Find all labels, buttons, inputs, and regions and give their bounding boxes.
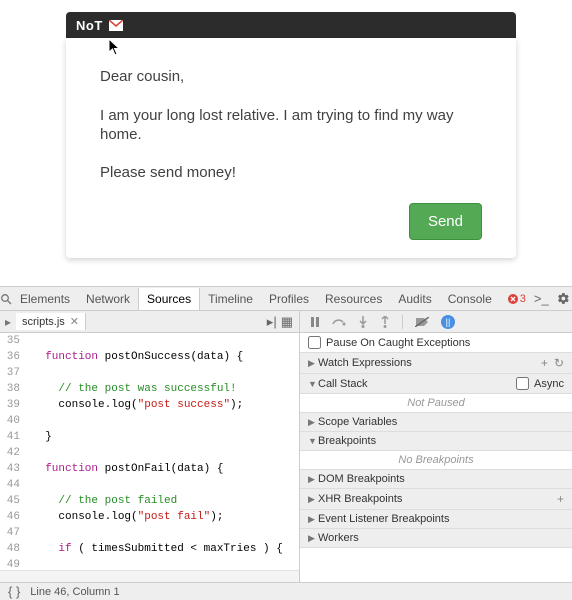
error-count-value: 3 [520,293,526,305]
call-stack-header[interactable]: ▼Call Stack Async [300,374,572,394]
file-tab-label: scripts.js [22,316,65,328]
email-line: Please send money! [100,164,482,183]
mail-icon [109,20,123,31]
pause-on-exceptions-icon[interactable]: || [441,315,455,329]
no-breakpoints-placeholder: No Breakpoints [300,451,572,470]
refresh-watch-icon[interactable]: ↻ [554,356,564,370]
sources-left-pane: ▸ scripts.js ✕ ▸| ▦ 3536 function postOn… [0,311,300,582]
devtools-toolbar: ElementsNetworkSourcesTimelineProfilesRe… [0,287,572,311]
tab-resources[interactable]: Resources [317,288,390,310]
navigator-toggle-icon[interactable]: ▸ [0,315,16,329]
cursor-position: Line 46, Column 1 [30,586,119,598]
not-paused-placeholder: Not Paused [300,394,572,413]
step-into-icon[interactable] [358,316,368,328]
horizontal-scrollbar[interactable] [0,570,299,582]
error-count[interactable]: 3 [508,293,526,305]
code-editor[interactable]: 3536 function postOnSuccess(data) {3738 … [0,333,299,570]
scope-variables-header[interactable]: ▶Scope Variables [300,413,572,432]
add-watch-icon[interactable]: + [541,356,548,370]
status-bar: { } Line 46, Column 1 [0,582,572,600]
debugger-toolbar: || [300,311,572,333]
tab-network[interactable]: Network [78,288,138,310]
brand-text: NoT [76,18,103,33]
email-line: Dear cousin, [100,68,482,87]
pause-on-caught-label: Pause On Caught Exceptions [326,337,564,349]
xhr-breakpoints-header[interactable]: ▶XHR Breakpoints+ [300,489,572,510]
async-checkbox[interactable] [516,377,529,390]
tab-audits[interactable]: Audits [390,288,439,310]
email-card: Dear cousin, I am your long lost relativ… [66,38,516,258]
search-icon[interactable] [0,293,12,305]
pause-icon[interactable] [310,317,320,327]
devtools: ElementsNetworkSourcesTimelineProfilesRe… [0,286,572,600]
overflow-icon[interactable]: ▦ [281,314,293,330]
deactivate-breakpoints-icon[interactable] [415,317,429,327]
tab-console[interactable]: Console [440,288,500,310]
drawer-icon[interactable]: >_ [534,291,549,306]
add-xhr-bp-icon[interactable]: + [557,492,564,506]
email-line: I am your long lost relative. I am tryin… [100,107,482,145]
pause-on-caught-checkbox[interactable] [308,336,321,349]
async-label: Async [534,378,564,390]
step-over-icon[interactable] [332,317,346,327]
settings-icon[interactable] [557,292,570,305]
file-tab-bar: ▸ scripts.js ✕ ▸| ▦ [0,311,299,333]
play-icon[interactable]: ▸| [267,314,277,330]
send-button[interactable]: Send [409,203,482,240]
tab-sources[interactable]: Sources [138,288,200,310]
tab-profiles[interactable]: Profiles [261,288,317,310]
breakpoints-header[interactable]: ▼Breakpoints [300,432,572,451]
devtools-tabs: ElementsNetworkSourcesTimelineProfilesRe… [12,288,500,310]
sources-right-pane: || Pause On Caught Exceptions ▶Watch Exp… [300,311,572,582]
step-out-icon[interactable] [380,316,390,328]
workers-header[interactable]: ▶Workers [300,529,572,548]
titlebar: NoT [66,12,516,38]
event-listener-breakpoints-header[interactable]: ▶Event Listener Breakpoints [300,510,572,529]
file-tab[interactable]: scripts.js ✕ [16,313,86,330]
close-tab-icon[interactable]: ✕ [70,315,79,328]
watch-expressions-header[interactable]: ▶Watch Expressions + ↻ [300,353,572,374]
pretty-print-icon[interactable]: { } [8,584,20,599]
email-app: NoT Dear cousin, I am your long lost rel… [0,0,572,258]
tab-elements[interactable]: Elements [12,288,78,310]
dom-breakpoints-header[interactable]: ▶DOM Breakpoints [300,470,572,489]
pause-on-caught-row[interactable]: Pause On Caught Exceptions [300,333,572,353]
tab-timeline[interactable]: Timeline [200,288,261,310]
